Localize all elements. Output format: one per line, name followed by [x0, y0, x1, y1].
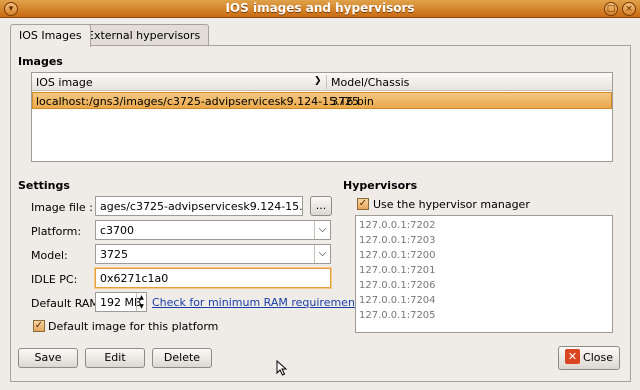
- edit-button[interactable]: Edit: [85, 348, 145, 368]
- tab-ios-images[interactable]: IOS Images: [10, 24, 91, 47]
- column-divider: [326, 75, 327, 89]
- close-window-icon[interactable]: ×: [622, 2, 636, 16]
- ram-label: Default RAM:: [31, 297, 103, 310]
- spin-arrows-icon[interactable]: ▲ ▼: [136, 293, 146, 311]
- hypervisors-section-label: Hypervisors: [343, 179, 418, 192]
- window-menu-icon[interactable]: ▾: [4, 2, 18, 16]
- ram-requirement-link[interactable]: Check for minimum RAM requirement: [152, 296, 359, 309]
- platform-value: c3700: [100, 224, 135, 237]
- table-row[interactable]: localhost:/gns3/images/c3725-advipservic…: [32, 92, 612, 109]
- model-label: Model:: [31, 249, 68, 262]
- list-item[interactable]: 127.0.0.1:7206: [359, 280, 436, 291]
- platform-select[interactable]: c3700 ⌵: [95, 220, 331, 240]
- close-icon: ✕: [565, 349, 580, 364]
- model-select[interactable]: 3725 ⌵: [95, 244, 331, 264]
- list-item[interactable]: 127.0.0.1:7205: [359, 310, 436, 321]
- list-item[interactable]: 127.0.0.1:7202: [359, 220, 436, 231]
- save-button[interactable]: Save: [18, 348, 78, 368]
- row-model-cell: 3725: [331, 95, 359, 108]
- list-item[interactable]: 127.0.0.1:7201: [359, 265, 436, 276]
- image-file-label: Image file :: [31, 201, 93, 214]
- platform-label: Platform:: [31, 225, 82, 238]
- model-value: 3725: [100, 248, 128, 261]
- row-image-cell: localhost:/gns3/images/c3725-advipservic…: [36, 95, 374, 108]
- list-item[interactable]: 127.0.0.1:7204: [359, 295, 436, 306]
- title-bar: IOS images and hypervisors ▾ □ ×: [0, 0, 640, 18]
- delete-button[interactable]: Delete: [152, 348, 212, 368]
- hypervisor-list[interactable]: 127.0.0.1:7202 127.0.0.1:7203 127.0.0.1:…: [355, 215, 613, 333]
- chevron-down-icon[interactable]: ⌵: [314, 245, 330, 263]
- maximize-icon[interactable]: □: [604, 2, 618, 16]
- image-file-field[interactable]: ages/c3725-advipservicesk9.124-15.T6.bin: [95, 196, 303, 216]
- default-image-label: Default image for this platform: [48, 320, 219, 333]
- use-manager-checkbox[interactable]: ✓: [357, 198, 369, 210]
- ram-spinbox[interactable]: 192 MB ▲ ▼: [95, 292, 147, 312]
- table-header: IOS image ❯ Model/Chassis: [32, 73, 612, 91]
- chevron-down-icon[interactable]: ⌵: [314, 221, 330, 239]
- sort-chevron-icon[interactable]: ❯: [314, 76, 322, 86]
- default-image-checkbox[interactable]: ✓: [33, 320, 45, 332]
- column-header-ios-image[interactable]: IOS image: [36, 76, 93, 89]
- images-section-label: Images: [18, 55, 63, 68]
- column-header-model[interactable]: Model/Chassis: [331, 76, 409, 89]
- images-table[interactable]: IOS image ❯ Model/Chassis localhost:/gns…: [31, 72, 613, 162]
- idle-pc-label: IDLE PC:: [31, 273, 78, 286]
- use-manager-label: Use the hypervisor manager: [373, 198, 530, 211]
- list-item[interactable]: 127.0.0.1:7203: [359, 235, 436, 246]
- browse-button[interactable]: ...: [310, 196, 332, 216]
- tab-external-hypervisors[interactable]: External hypervisors: [78, 24, 210, 46]
- tab-label: External hypervisors: [87, 29, 201, 42]
- settings-section-label: Settings: [18, 179, 70, 192]
- mouse-cursor-icon: [276, 360, 288, 376]
- window-title: IOS images and hypervisors: [225, 1, 415, 15]
- tab-label: IOS Images: [19, 29, 82, 42]
- list-item[interactable]: 127.0.0.1:7200: [359, 250, 436, 261]
- close-button[interactable]: ✕ Close: [558, 346, 620, 370]
- idle-pc-field[interactable]: 0x6271c1a0: [95, 268, 331, 288]
